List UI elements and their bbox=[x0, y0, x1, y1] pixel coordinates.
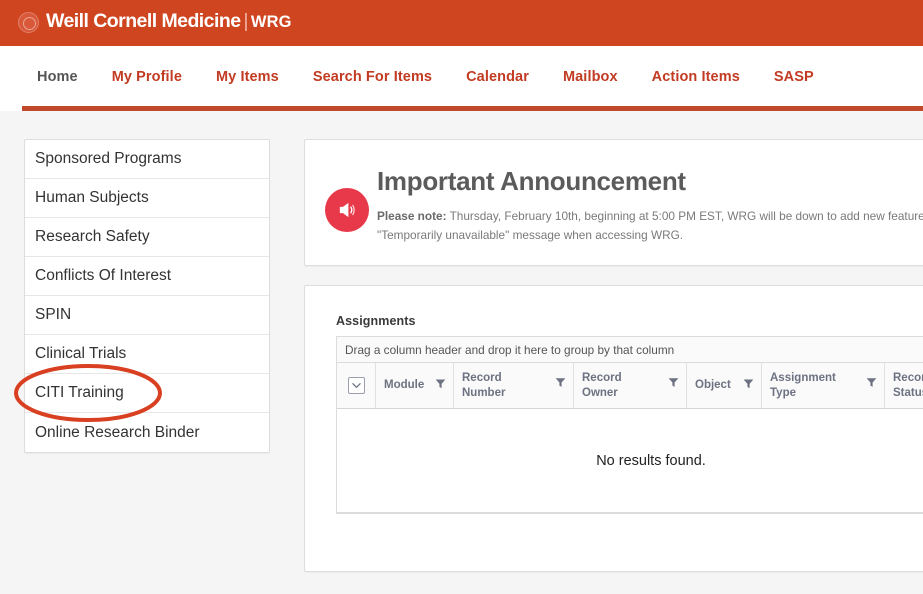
nav-item-action-items[interactable]: Action Items bbox=[635, 69, 757, 85]
nav-item-home[interactable]: Home bbox=[22, 69, 95, 85]
page-body: Sponsored Programs Human Subjects Resear… bbox=[0, 111, 923, 594]
nav-item-my-items[interactable]: My Items bbox=[199, 69, 296, 85]
nav-item-my-profile[interactable]: My Profile bbox=[95, 69, 199, 85]
assignments-title: Assignments bbox=[336, 314, 416, 328]
sidebar-item-label: SPIN bbox=[35, 306, 72, 323]
announcement-title: Important Announcement bbox=[377, 166, 686, 196]
sidebar-item-spin[interactable]: SPIN bbox=[25, 296, 269, 335]
main-content: Important Announcement Please note: Thur… bbox=[304, 139, 923, 572]
nav-list: Home My Profile My Items Search For Item… bbox=[22, 46, 831, 108]
column-header-record-owner-label: Record Owner bbox=[582, 371, 622, 400]
column-header-record-number[interactable]: Record Number bbox=[454, 363, 574, 408]
sidebar-item-label: Sponsored Programs bbox=[35, 150, 182, 167]
brand-separator: | bbox=[243, 11, 249, 33]
announcement-body: Important Announcement Please note: Thur… bbox=[377, 166, 923, 245]
nav-item-calendar[interactable]: Calendar bbox=[449, 69, 546, 85]
column-header-record-owner[interactable]: Record Owner bbox=[574, 363, 687, 408]
wcm-seal-icon bbox=[18, 11, 39, 33]
filter-funnel-icon[interactable] bbox=[435, 378, 446, 393]
nav-item-mailbox[interactable]: Mailbox bbox=[546, 69, 635, 85]
announcement-line-2: "Temporarily unavailable" message when a… bbox=[377, 228, 684, 242]
brand-lockup[interactable]: Weill Cornell Medicine | WRG bbox=[18, 7, 292, 37]
grid-empty-state: No results found. bbox=[337, 409, 923, 513]
announcement-note-label: Please note: bbox=[377, 208, 447, 223]
sidebar-item-citi-training[interactable]: CITI Training bbox=[25, 374, 269, 413]
app-viewport: Weill Cornell Medicine | WRG Home My Profi… bbox=[0, 0, 923, 594]
sidebar-item-label: Clinical Trials bbox=[35, 345, 127, 362]
column-header-object-label: Object bbox=[695, 379, 731, 392]
record-number-line1: Record bbox=[462, 372, 502, 385]
filter-funnel-icon[interactable] bbox=[866, 377, 877, 392]
sidebar-item-label: Research Safety bbox=[35, 228, 150, 245]
record-owner-line2: Owner bbox=[582, 386, 618, 399]
record-number-line2: Number bbox=[462, 386, 506, 399]
module-sidebar: Sponsored Programs Human Subjects Resear… bbox=[24, 139, 270, 453]
nav-item-sasp[interactable]: SASP bbox=[757, 69, 831, 85]
assignment-type-line1: Assignment bbox=[770, 372, 836, 385]
filter-funnel-icon[interactable] bbox=[668, 377, 679, 392]
filter-funnel-icon[interactable] bbox=[555, 377, 566, 392]
sidebar-item-research-safety[interactable]: Research Safety bbox=[25, 218, 269, 257]
column-header-assignment-type-label: Assignment Type bbox=[770, 371, 836, 400]
column-header-module-label: Module bbox=[384, 379, 425, 392]
sidebar-item-label: CITI Training bbox=[35, 384, 124, 401]
announcement-card: Important Announcement Please note: Thur… bbox=[304, 139, 923, 266]
column-header-assignment-type[interactable]: Assignment Type bbox=[762, 363, 885, 408]
brand-header: Weill Cornell Medicine | WRG bbox=[0, 0, 923, 46]
column-header-select-all[interactable] bbox=[337, 363, 376, 408]
record-status-line2: Status bbox=[893, 386, 923, 399]
assignments-grid: Drag a column header and drop it here to… bbox=[336, 336, 923, 514]
sidebar-item-sponsored-programs[interactable]: Sponsored Programs bbox=[25, 140, 269, 179]
main-navigation: Home My Profile My Items Search For Item… bbox=[0, 46, 923, 111]
brand-subtitle: WRG bbox=[250, 13, 292, 32]
column-header-object[interactable]: Object bbox=[687, 363, 762, 408]
nav-item-search-for-items[interactable]: Search For Items bbox=[296, 69, 449, 85]
assignment-type-line2: Type bbox=[770, 386, 796, 399]
sidebar-item-conflicts-of-interest[interactable]: Conflicts Of Interest bbox=[25, 257, 269, 296]
column-header-record-status-label: RecordStatus bbox=[893, 371, 923, 400]
announcement-line-1-text: Thursday, February 10th, beginning at 5:… bbox=[446, 208, 923, 223]
brand-title: Weill Cornell Medicine | WRG bbox=[46, 12, 292, 32]
sidebar-item-label: Human Subjects bbox=[35, 189, 149, 206]
sidebar-item-label: Online Research Binder bbox=[35, 423, 200, 441]
column-header-record-number-label: Record Number bbox=[462, 371, 505, 400]
announcement-line-1: Please note: Thursday, February 10th, be… bbox=[377, 207, 923, 226]
megaphone-icon bbox=[325, 188, 369, 232]
sidebar-item-label: Conflicts Of Interest bbox=[35, 267, 172, 284]
record-owner-line1: Record bbox=[582, 372, 622, 385]
column-header-module[interactable]: Module bbox=[376, 363, 454, 408]
assignments-card: Assignments Drag a column header and dro… bbox=[304, 285, 923, 572]
filter-funnel-icon[interactable] bbox=[743, 378, 754, 393]
sidebar-item-human-subjects[interactable]: Human Subjects bbox=[25, 179, 269, 218]
record-status-line1: Record bbox=[893, 372, 923, 385]
group-by-dropzone[interactable]: Drag a column header and drop it here to… bbox=[337, 337, 923, 363]
grid-header-row: Module Record Number Record Owner Object… bbox=[337, 363, 923, 409]
no-results-message: No results found. bbox=[596, 452, 706, 469]
select-all-chevron-icon[interactable] bbox=[347, 377, 365, 394]
brand-name-text: Weill Cornell Medicine bbox=[46, 10, 241, 33]
sidebar-item-online-research-binder[interactable]: Online Research Binder bbox=[25, 413, 269, 452]
sidebar-item-clinical-trials[interactable]: Clinical Trials bbox=[25, 335, 269, 374]
column-header-record-status[interactable]: RecordStatus bbox=[885, 363, 923, 408]
